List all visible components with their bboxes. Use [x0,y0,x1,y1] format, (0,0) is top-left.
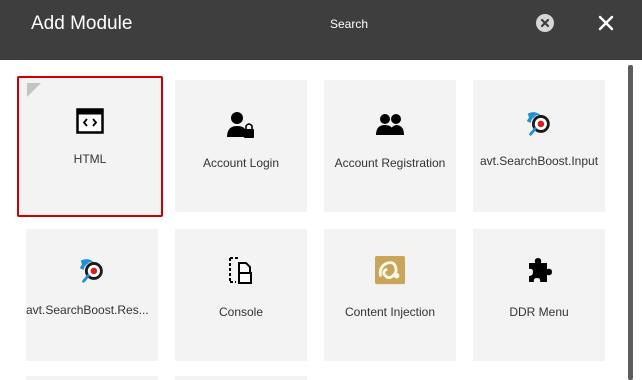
module-label: Account Registration [334,156,446,170]
module-label: Console [218,305,264,319]
module-label: avt.SearchBoost.Res... [26,303,149,317]
clear-icon [540,18,550,28]
module-label: Account Login [202,156,280,170]
close-icon [598,15,614,31]
searchboost-icon [77,255,107,285]
dialog-header: Add Module [0,0,642,60]
module-label: HTML [73,152,107,166]
module-grid: HTML Account Login Account Registration [0,60,642,380]
module-tile-content-injection[interactable]: Content Injection [324,229,456,361]
console-icon [226,255,256,285]
html-icon [75,106,105,136]
tile-corner-marker [27,83,41,97]
content-injection-icon [375,255,405,285]
users-icon [375,110,405,140]
module-tile-searchboost-results[interactable]: avt.SearchBoost.Res... [26,229,158,361]
module-tile-ddr-menu[interactable]: DDR Menu [473,229,605,361]
scrollbar[interactable] [628,65,633,380]
module-tile-searchboost-input[interactable]: avt.SearchBoost.Input [473,80,605,212]
module-label: Content Injection [344,305,436,319]
clear-search-button[interactable] [536,14,554,32]
module-tile-html[interactable]: HTML [17,76,163,217]
search-input[interactable] [330,14,510,34]
puzzle-icon [524,255,554,285]
module-tile-partial [175,376,307,380]
dialog-title: Add Module [31,13,133,34]
module-label: avt.SearchBoost.Input [479,154,599,168]
module-tile-console[interactable]: Console [175,229,307,361]
searchboost-icon [524,108,554,138]
module-tile-account-registration[interactable]: Account Registration [324,80,456,212]
module-tile-partial [26,376,158,380]
module-label: DDR Menu [509,305,569,319]
user-lock-icon [226,110,256,140]
close-dialog-button[interactable] [597,13,615,33]
module-tile-account-login[interactable]: Account Login [175,80,307,212]
